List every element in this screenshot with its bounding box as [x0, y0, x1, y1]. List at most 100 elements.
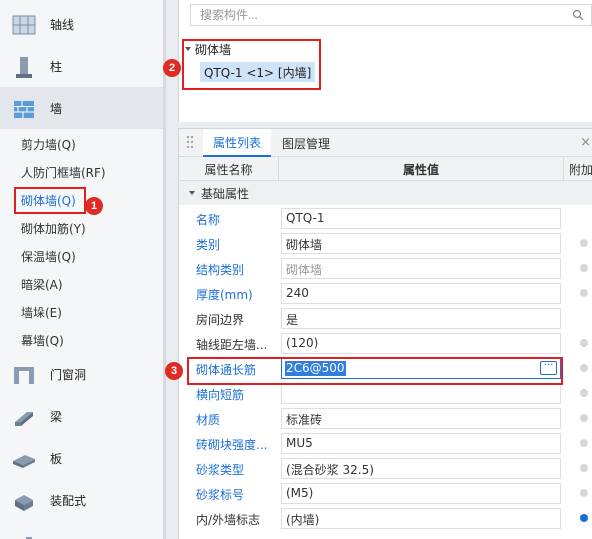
property-value-field[interactable]: (M5) — [281, 483, 561, 504]
property-row: 砂浆类型 (混合砂浆 32.5) — [179, 456, 592, 481]
property-value-field[interactable] — [281, 383, 561, 404]
stair-icon — [26, 537, 32, 539]
property-name[interactable]: 名称 — [196, 211, 220, 228]
property-value-field[interactable]: 砌体墙 — [281, 258, 561, 279]
nav-item-shear-wall[interactable]: 剪力墙(Q) — [0, 130, 163, 158]
nav-category-door-window[interactable]: 门窗洞 — [0, 353, 163, 395]
beam-icon — [15, 412, 33, 426]
nav-category-label: 板 — [50, 451, 63, 466]
tab-layer-management[interactable]: 图层管理 — [276, 129, 336, 157]
property-value-field[interactable]: 砌体墙 — [281, 233, 561, 254]
attach-radio[interactable] — [580, 414, 588, 422]
property-name[interactable]: 类别 — [196, 236, 220, 253]
search-icon[interactable] — [572, 9, 584, 21]
property-value-field[interactable]: (内墙) — [281, 508, 561, 529]
nav-item-label: 暗梁(A) — [21, 278, 63, 292]
component-tree-panel: 砌体墙 QTQ-1 <1> [内墙] — [178, 0, 592, 122]
nav-item-masonry-reinforcement[interactable]: 砌体加筋(Y) — [0, 214, 163, 242]
nav-category-label: 墙 — [50, 101, 63, 116]
property-row: 名称 QTQ-1 — [179, 206, 592, 231]
attach-radio[interactable] — [580, 464, 588, 472]
attach-radio[interactable] — [580, 264, 588, 272]
attach-radio[interactable] — [580, 489, 588, 497]
property-row: 横向短筋 — [179, 381, 592, 406]
attach-radio[interactable] — [580, 339, 588, 347]
property-name[interactable]: 房间边界 — [196, 311, 244, 328]
attach-radio[interactable] — [580, 389, 588, 397]
nav-category-column[interactable]: 柱 — [0, 45, 163, 87]
nav-item-wall-pier[interactable]: 墙垛(E) — [0, 298, 163, 326]
property-value-field[interactable]: 标准砖 — [281, 408, 561, 429]
property-name[interactable]: 材质 — [196, 411, 220, 428]
property-name[interactable]: 结构类别 — [196, 261, 244, 278]
property-value-field[interactable]: 是 — [281, 308, 561, 329]
nav-item-masonry-wall[interactable]: 砌体墙(Q) — [0, 186, 163, 214]
step-badge-1: 1 — [85, 197, 103, 215]
nav-category-label: 梁 — [50, 409, 63, 424]
prefab-icon — [15, 495, 33, 511]
nav-item-concealed-beam[interactable]: 暗梁(A) — [0, 270, 163, 298]
expand-triangle-icon[interactable] — [185, 47, 191, 51]
property-name[interactable]: 轴线距左墙... — [196, 336, 267, 353]
property-name[interactable]: 砌体通长筋 — [196, 361, 256, 378]
nav-item-civil-defense-door-wall[interactable]: 人防门框墙(RF) — [0, 158, 163, 186]
attach-radio-selected[interactable] — [580, 514, 588, 522]
property-row: 房间边界 是 — [179, 306, 592, 331]
property-value-field[interactable]: (混合砂浆 32.5) — [281, 458, 561, 479]
search-input[interactable] — [200, 7, 560, 23]
panel-gap — [166, 0, 178, 539]
property-row: 砖砌块强度... MU5 — [179, 431, 592, 456]
property-value-field[interactable]: MU5 — [281, 433, 561, 454]
nav-item-curtain-wall[interactable]: 幕墙(Q) — [0, 326, 163, 354]
nav-category-axis[interactable]: 轴线 — [0, 3, 163, 45]
property-name[interactable]: 内/外墙标志 — [196, 511, 260, 528]
nav-item-label: 砌体加筋(Y) — [21, 222, 86, 236]
step-badge-3: 3 — [165, 362, 183, 380]
ellipsis-edit-button[interactable]: ··· — [540, 361, 557, 375]
property-row-editing: 砌体通长筋 2C6@500 ··· — [179, 356, 592, 381]
property-row: 类别 砌体墙 — [179, 231, 592, 256]
nav-category-beam[interactable]: 梁 — [0, 395, 163, 437]
nav-category-label: 门窗洞 — [50, 367, 87, 382]
property-tabs-bar: 属性列表 图层管理 × — [179, 129, 592, 157]
attach-radio[interactable] — [580, 439, 588, 447]
component-nav-panel: 轴线 柱 墙 剪力墙(Q) 人防门框墙(RF) 砌体墙(Q) 砌体加筋(Y) 保… — [0, 0, 163, 539]
door-window-icon — [14, 367, 34, 384]
property-table-header: 属性名称 属性值 附加 — [179, 157, 592, 181]
property-value-input[interactable]: 2C6@500 ··· — [281, 358, 561, 379]
attach-radio[interactable] — [580, 289, 588, 297]
nav-item-label: 幕墙(Q) — [21, 334, 64, 348]
selected-text: 2C6@500 — [285, 361, 346, 376]
property-group-basic[interactable]: 基础属性 — [179, 181, 592, 205]
nav-category-label: 轴线 — [50, 17, 75, 32]
tree-node-label: 砌体墙 — [195, 42, 232, 57]
property-name[interactable]: 砂浆类型 — [196, 461, 244, 478]
property-group-label: 基础属性 — [201, 186, 250, 201]
collapse-triangle-icon[interactable] — [189, 191, 195, 195]
property-value-field[interactable]: 240 — [281, 283, 561, 304]
tree-item-qtq-1[interactable]: QTQ-1 <1> [内墙] — [200, 62, 316, 82]
property-name[interactable]: 砂浆标号 — [196, 486, 244, 503]
tab-property-list[interactable]: 属性列表 — [203, 129, 272, 157]
step-badge-2: 2 — [163, 59, 181, 77]
nav-item-label: 砌体墙(Q) — [21, 194, 76, 208]
property-value-field[interactable]: QTQ-1 — [281, 208, 561, 229]
property-name[interactable]: 厚度(mm) — [196, 286, 253, 303]
nav-category-stair[interactable] — [0, 521, 163, 539]
nav-item-insulation-wall[interactable]: 保温墙(Q) — [0, 242, 163, 270]
property-name[interactable]: 砖砌块强度... — [196, 436, 267, 453]
property-row: 材质 标准砖 — [179, 406, 592, 431]
property-name[interactable]: 横向短筋 — [196, 386, 244, 403]
property-row: 砂浆标号 (M5) — [179, 481, 592, 506]
nav-category-slab[interactable]: 板 — [0, 437, 163, 479]
nav-category-wall[interactable]: 墙 — [0, 87, 163, 129]
attach-radio[interactable] — [580, 239, 588, 247]
property-row: 结构类别 砌体墙 — [179, 256, 592, 281]
nav-category-prefab[interactable]: 装配式 — [0, 479, 163, 521]
close-icon[interactable]: × — [580, 135, 591, 150]
nav-item-label: 人防门框墙(RF) — [21, 166, 106, 180]
property-value-field[interactable]: (120) — [281, 333, 561, 354]
tree-node-masonry-wall[interactable]: 砌体墙 — [185, 41, 231, 57]
drag-handle-icon[interactable] — [186, 135, 194, 149]
attach-radio[interactable] — [580, 364, 588, 372]
